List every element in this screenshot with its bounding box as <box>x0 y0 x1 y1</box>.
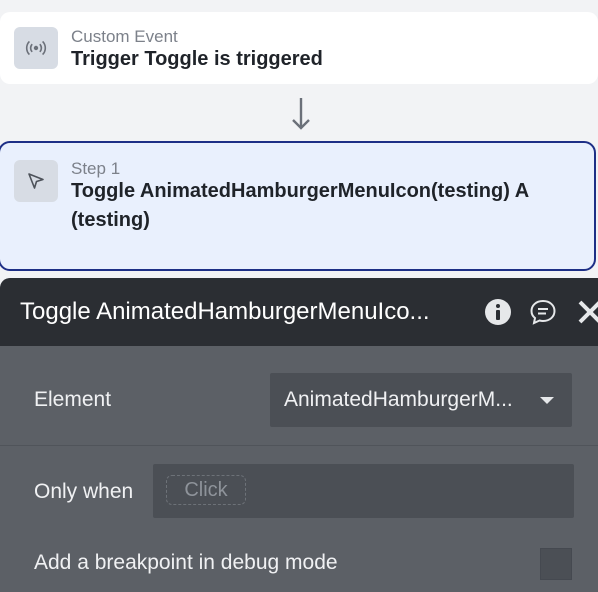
only-when-condition-input[interactable]: Click <box>153 464 574 518</box>
step-title: Toggle AnimatedHamburgerMenuIcon(testing… <box>71 180 529 231</box>
action-property-panel: Toggle AnimatedHamburgerMenuIco... Eleme… <box>0 278 598 592</box>
panel-title: Toggle AnimatedHamburgerMenuIco... <box>20 298 430 325</box>
cursor-arrow-icon <box>14 160 58 202</box>
step-number-label: Step 1 <box>71 159 121 178</box>
element-label: Element <box>34 388 112 411</box>
only-when-label: Only when <box>34 480 134 503</box>
element-dropdown[interactable]: AnimatedHamburgerM... <box>270 373 572 427</box>
comment-icon[interactable] <box>529 298 557 326</box>
step-card[interactable]: Step 1 Toggle AnimatedHamburgerMenuIcon(… <box>0 141 596 271</box>
info-icon[interactable] <box>484 298 512 326</box>
close-icon[interactable] <box>576 298 598 326</box>
click-placeholder[interactable]: Click <box>166 475 246 505</box>
custom-event-card[interactable]: Custom Event Trigger Toggle is triggered <box>0 12 598 84</box>
arrow-down-icon <box>292 98 310 130</box>
broadcast-icon <box>14 27 58 69</box>
element-dropdown-value: AnimatedHamburgerM... <box>284 388 513 411</box>
event-title: Trigger Toggle is triggered <box>71 48 323 70</box>
event-type-label: Custom Event <box>71 27 178 46</box>
chevron-down-icon <box>540 397 554 404</box>
breakpoint-label: Add a breakpoint in debug mode <box>34 551 338 574</box>
divider <box>0 445 598 446</box>
panel-header: Toggle AnimatedHamburgerMenuIco... <box>0 278 598 346</box>
breakpoint-checkbox[interactable] <box>540 548 572 580</box>
